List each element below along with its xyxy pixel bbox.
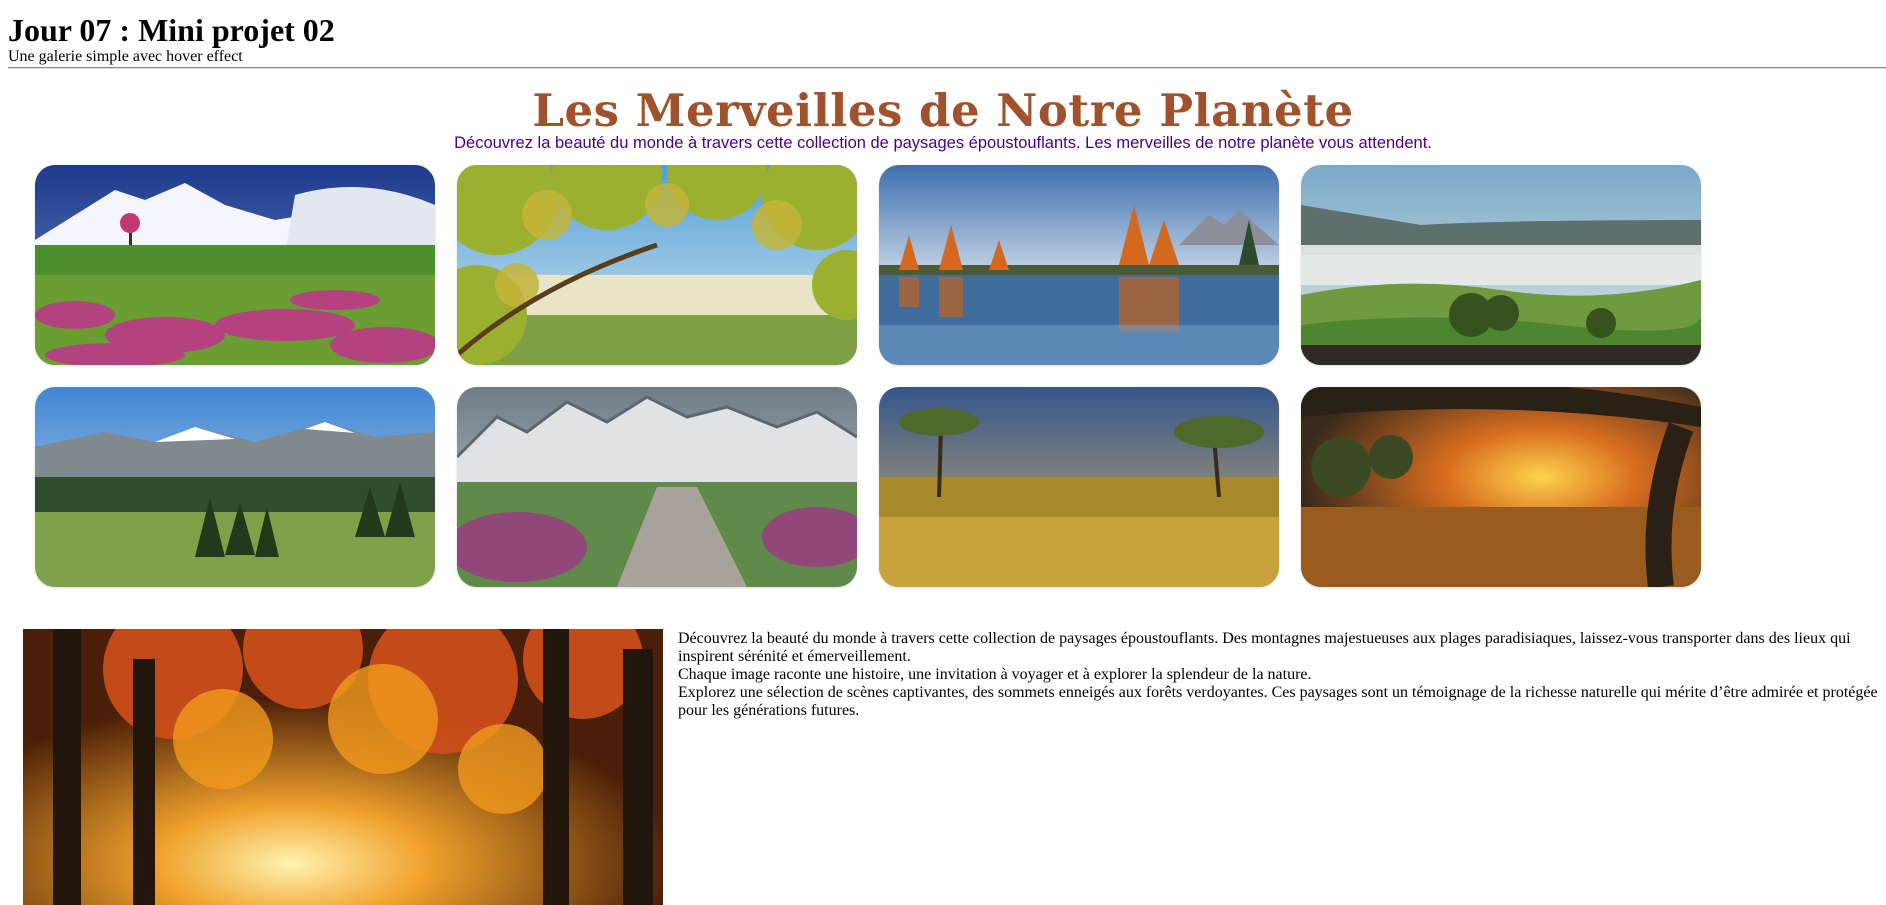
- story-text: Découvrez la beauté du monde à travers c…: [678, 630, 1878, 720]
- gallery-image-misty-hills[interactable]: [1301, 165, 1701, 365]
- page-header: Jour 07 : Mini projet 02 Une galerie sim…: [8, 10, 335, 65]
- gallery-image-tree-branches[interactable]: [457, 165, 857, 365]
- story-paragraph-1: Découvrez la beauté du monde à travers c…: [678, 630, 1851, 665]
- story-image-autumn-forest: [23, 629, 663, 905]
- page-title: Jour 07 : Mini projet 02: [8, 12, 335, 48]
- gallery-image-sunset-oak[interactable]: [1301, 387, 1701, 587]
- header-divider: [8, 67, 1886, 69]
- story-paragraph-3: Explorez une sélection de scènes captiva…: [678, 684, 1878, 719]
- page-subtitle: Une galerie simple avec hover effect: [8, 48, 243, 65]
- gallery-title: Les Merveilles de Notre Planète: [532, 84, 1354, 137]
- gallery-image-alpine-valley[interactable]: [35, 387, 435, 587]
- gallery-image-stone-path[interactable]: [457, 387, 857, 587]
- gallery-intro: Découvrez la beauté du monde à travers c…: [454, 134, 1432, 152]
- gallery-image-lake-reflection[interactable]: [879, 165, 1279, 365]
- gallery-image-snowy-mountains[interactable]: [35, 165, 435, 365]
- story-paragraph-2: Chaque image raconte une histoire, une i…: [678, 666, 1312, 683]
- gallery-image-savanna[interactable]: [879, 387, 1279, 587]
